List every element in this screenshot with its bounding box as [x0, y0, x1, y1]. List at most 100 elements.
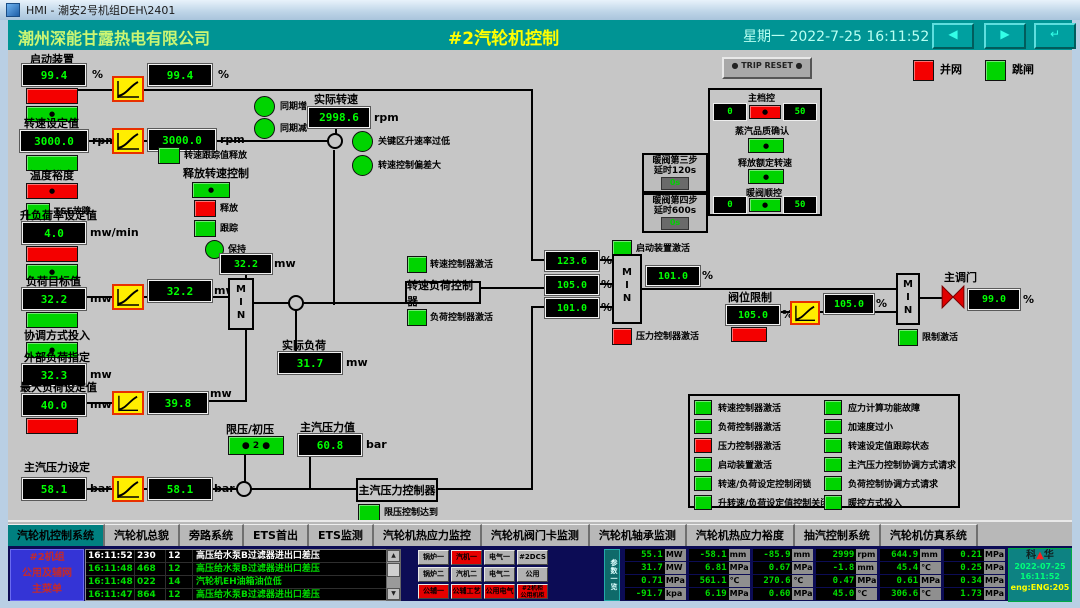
- pv-cell: 45.4℃: [880, 562, 941, 574]
- steam-quality-button[interactable]: ●: [748, 138, 784, 153]
- alarm-code: 468: [135, 563, 166, 575]
- pv-value: -1.8: [816, 562, 856, 574]
- limit-active-lamp[interactable]: [898, 329, 918, 346]
- pv-value: 561.1: [689, 575, 729, 587]
- nav-prev-button[interactable]: ◀: [932, 23, 974, 49]
- tab-ets-first-out[interactable]: ETS首出: [244, 524, 309, 547]
- scroll-thumb[interactable]: [387, 563, 400, 577]
- tab-valve-stuck-monitor[interactable]: 汽轮机阀门卡监测: [482, 524, 590, 547]
- alarm-scrollbar[interactable]: ▲ ▼: [386, 549, 401, 601]
- limit-reached-lamp[interactable]: [358, 504, 380, 521]
- start-device-lamp-red[interactable]: [26, 88, 78, 104]
- btn-aux-1[interactable]: 公辅一: [418, 584, 449, 599]
- alarm-time: 16:11:52: [86, 550, 135, 562]
- pressure-setpoint-value: 58.1: [22, 478, 86, 500]
- btn-cabinet-status[interactable]: #2机柜 公用机柜: [517, 584, 548, 599]
- load-rate-lamp-red[interactable]: [26, 246, 78, 262]
- btn-common-electric[interactable]: 公用电气: [484, 584, 515, 599]
- status-row: 负荷控制器激活: [694, 419, 829, 434]
- alarm-row[interactable]: 16:11:52 230 12 高压给水泵B过滤器进出口差压: [86, 550, 386, 563]
- main-valve-label: 主调门: [944, 272, 977, 284]
- warm-seq-button[interactable]: ●: [749, 198, 781, 212]
- scroll-up-icon[interactable]: ▲: [387, 550, 400, 562]
- min1-out-value: 32.2: [220, 254, 272, 274]
- btn-electric-2[interactable]: 电气二: [484, 567, 515, 582]
- btn-turbine-1[interactable]: 汽机一: [451, 550, 482, 565]
- btn-boiler-2[interactable]: 锅炉二: [418, 567, 449, 582]
- load-target-lamp[interactable]: [26, 312, 78, 328]
- alarm-row[interactable]: 16:11:48 022 14 汽轮机EH油箱油位低: [86, 576, 386, 589]
- steam-quality-label: 蒸汽品质确认: [735, 124, 789, 137]
- pv-unit: rpm: [856, 549, 877, 561]
- load-ctrl-active-lamp[interactable]: [407, 309, 427, 326]
- ramp-limiter-icon: [112, 476, 144, 502]
- tab-extraction-control[interactable]: 抽汽控制系统: [795, 524, 881, 547]
- parameter-overview-tab[interactable]: 参数一览: [604, 549, 620, 601]
- pv-cell: -1.8mm: [816, 562, 877, 574]
- btn-common-dcs[interactable]: 公用DCS: [517, 567, 548, 582]
- max-load-out-value: 39.8: [148, 392, 208, 414]
- tab-ets-monitor[interactable]: ETS监测: [309, 524, 374, 547]
- status-lamp: [824, 476, 842, 491]
- release-lamp[interactable]: [194, 200, 216, 217]
- status-label: 转速设定值跟踪状态: [848, 439, 929, 452]
- master-gear-button[interactable]: ●: [749, 105, 781, 119]
- btn-aux-process[interactable]: 公辅工艺: [451, 584, 482, 599]
- crit-zone-lamp[interactable]: [352, 131, 373, 152]
- pv-unit: ℃: [920, 588, 941, 600]
- valve-limit-lamp[interactable]: [731, 327, 767, 342]
- ramp-limiter-icon: [112, 391, 144, 415]
- nav-return-button[interactable]: ↵: [1034, 23, 1076, 49]
- btn-turbine-2[interactable]: 汽机二: [451, 567, 482, 582]
- trip-reset-button[interactable]: ● TRIP RESET ●: [722, 57, 812, 79]
- window-titlebar[interactable]: HMI - 潮安2号机组DEH\2401: [0, 0, 1080, 21]
- alarm-code: 230: [135, 550, 166, 562]
- btn-boiler-1[interactable]: 锅炉一: [418, 550, 449, 565]
- sync-up-lamp[interactable]: [254, 96, 275, 117]
- min-selector-1: M I N: [228, 278, 254, 330]
- pv-unit: MPa: [984, 549, 1005, 561]
- pressure-active-lamp[interactable]: [612, 328, 632, 345]
- line: [254, 302, 407, 304]
- speed-ctrl-active-label: 转速控制器激活: [430, 259, 493, 271]
- tab-thermal-stress-margin[interactable]: 汽轮机热应力裕度: [687, 524, 795, 547]
- scroll-down-icon[interactable]: ▼: [387, 588, 400, 600]
- release-rated-button[interactable]: ●: [748, 169, 784, 184]
- speed-dev-lamp[interactable]: [352, 155, 373, 176]
- nav-next-button[interactable]: ▶: [984, 23, 1026, 49]
- release-speed-ctrl-lamp[interactable]: ●: [192, 182, 230, 198]
- tab-bypass-system[interactable]: 旁路系统: [180, 524, 244, 547]
- tab-bearing-monitor[interactable]: 汽轮机轴承监测: [590, 524, 687, 547]
- speed-setpoint-value: 3000.0: [20, 130, 88, 152]
- alarm-row[interactable]: 16:11:47 864 12 高压给水泵B过滤器进出口差压: [86, 589, 386, 601]
- speed-ctrl-active-lamp[interactable]: [407, 256, 427, 273]
- btn-2dcs[interactable]: #2DCS: [517, 550, 548, 565]
- speed-track-release-lamp[interactable]: [158, 147, 180, 164]
- warm4-line1: 暖阀第四步: [644, 196, 706, 206]
- max-load-label: 最大负荷设定值: [20, 382, 97, 394]
- track-lamp[interactable]: [194, 220, 216, 237]
- limit-init-selector[interactable]: ● 2 ●: [228, 436, 284, 455]
- pv-unit: ℃: [792, 575, 813, 587]
- tab-thermal-stress-monitor[interactable]: 汽轮机热应力监控: [374, 524, 482, 547]
- tab-turbine-control[interactable]: 汽轮机控制系统: [8, 524, 105, 547]
- line: [309, 452, 311, 489]
- btn-electric-1[interactable]: 电气一: [484, 550, 515, 565]
- warm3-line2: 延时120s: [644, 166, 706, 176]
- menu-unit2[interactable]: #2机组: [11, 550, 83, 566]
- valve-limit-out-value: 105.0: [824, 294, 874, 314]
- alarm-row[interactable]: 16:11:48 468 12 高压给水泵B过滤器进出口差压: [86, 563, 386, 576]
- menu-common-aux[interactable]: 公用及辅网: [11, 566, 83, 582]
- max-load-lamp[interactable]: [26, 418, 78, 434]
- status-lamp: [824, 438, 842, 453]
- menu-main[interactable]: 主菜单: [11, 582, 83, 598]
- sync-down-lamp[interactable]: [254, 118, 275, 139]
- pv-value: 6.19: [689, 588, 729, 600]
- min2-out-value: 101.0: [646, 266, 700, 286]
- temp-margin-label: 温度裕度: [30, 170, 74, 182]
- actual-speed-unit: rpm: [374, 111, 399, 124]
- tab-turbine-overview[interactable]: 汽轮机总貌: [105, 524, 180, 547]
- header-datetime: 星期一 2022-7-25 16:11:52: [743, 26, 929, 46]
- temp-margin-lamp[interactable]: ●: [26, 183, 78, 199]
- tab-turbine-simulation[interactable]: 汽轮机仿真系统: [881, 524, 978, 547]
